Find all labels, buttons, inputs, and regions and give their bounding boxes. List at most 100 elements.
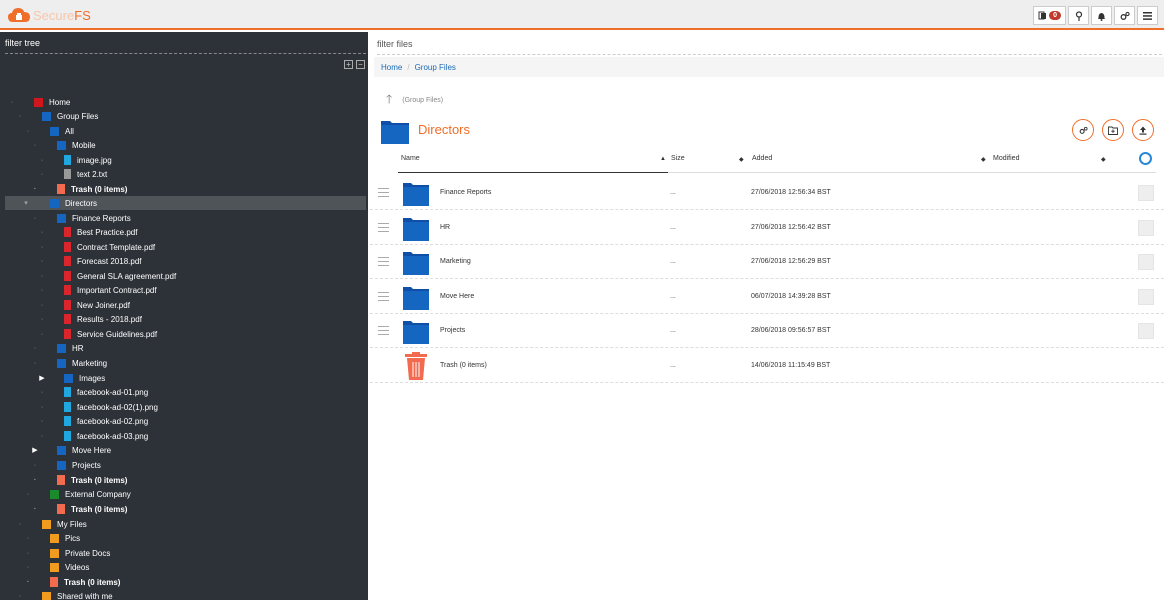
- tree-item[interactable]: · Pics: [27, 531, 80, 545]
- tree-item[interactable]: ▶ Images: [39, 371, 105, 385]
- logo[interactable]: SecureFS: [8, 7, 91, 23]
- tree-item[interactable]: · Shared with me: [19, 589, 113, 600]
- collapse-arrow-icon[interactable]: ·: [38, 316, 46, 323]
- tree-item[interactable]: · Contract Template.pdf: [41, 240, 155, 254]
- collapse-arrow-icon[interactable]: ·: [16, 521, 24, 528]
- file-row[interactable]: HR... 27/06/2018 12:56:42 BST: [370, 211, 1164, 245]
- tree-item[interactable]: · External Company: [27, 487, 131, 501]
- collapse-arrow-icon[interactable]: ·: [24, 550, 32, 557]
- notifications-button[interactable]: [1091, 6, 1112, 25]
- tree-item[interactable]: · New Joiner.pdf: [41, 298, 130, 312]
- column-size[interactable]: Size: [671, 155, 685, 162]
- collapse-arrow-icon[interactable]: ·: [38, 418, 46, 425]
- collapse-arrow-icon[interactable]: ·: [31, 477, 39, 484]
- collapse-arrow-icon[interactable]: ▾: [22, 199, 30, 207]
- expand-arrow-icon[interactable]: ▶: [38, 374, 46, 382]
- breadcrumb-home[interactable]: Home: [381, 63, 402, 72]
- collapse-arrow-icon[interactable]: ·: [38, 157, 46, 164]
- filter-tree-input[interactable]: filter tree: [5, 38, 366, 54]
- collapse-arrow-icon[interactable]: ·: [38, 287, 46, 294]
- drag-handle-icon[interactable]: [378, 326, 389, 336]
- expand-all-icon[interactable]: +: [344, 60, 353, 69]
- select-all-toggle[interactable]: [1139, 152, 1152, 165]
- breadcrumb-group-files[interactable]: Group Files: [415, 63, 456, 72]
- tree-item[interactable]: · Private Docs: [27, 546, 110, 560]
- collapse-arrow-icon[interactable]: ·: [38, 433, 46, 440]
- collapse-arrow-icon[interactable]: ·: [31, 142, 39, 149]
- tree-item[interactable]: · Group Files: [19, 109, 98, 123]
- file-row[interactable]: Move Here... 06/07/2018 14:39:28 BST: [370, 280, 1164, 314]
- filter-files-input[interactable]: filter files: [377, 39, 1162, 55]
- file-name[interactable]: HR: [440, 224, 450, 231]
- row-checkbox[interactable]: [1138, 254, 1154, 271]
- tree-item[interactable]: · Mobile: [34, 138, 96, 152]
- file-row[interactable]: Marketing... 27/06/2018 12:56:29 BST: [370, 245, 1164, 280]
- file-name[interactable]: Move Here: [440, 293, 474, 300]
- collapse-arrow-icon[interactable]: ·: [38, 244, 46, 251]
- tree-item[interactable]: · image.jpg: [41, 153, 112, 167]
- tree-item[interactable]: · Best Practice.pdf: [41, 225, 137, 239]
- menu-button[interactable]: [1137, 6, 1158, 25]
- collapse-arrow-icon[interactable]: ·: [8, 99, 16, 106]
- collapse-arrow-icon[interactable]: ·: [24, 535, 32, 542]
- column-modified[interactable]: Modified: [993, 155, 1019, 162]
- sort-icon[interactable]: ◆: [739, 156, 744, 163]
- collapse-arrow-icon[interactable]: ·: [16, 113, 24, 120]
- file-name[interactable]: Trash (0 items): [440, 362, 487, 369]
- collapse-arrow-icon[interactable]: ·: [31, 345, 39, 352]
- row-checkbox[interactable]: [1138, 185, 1154, 201]
- clipboard-button[interactable]: 0: [1033, 6, 1066, 25]
- tree-item[interactable]: ▶ Move Here: [32, 443, 111, 457]
- collapse-arrow-icon[interactable]: ·: [38, 389, 46, 396]
- collapse-arrow-icon[interactable]: ·: [24, 491, 32, 498]
- sort-icon[interactable]: ◆: [981, 156, 986, 163]
- row-checkbox[interactable]: [1138, 323, 1154, 340]
- tree-item[interactable]: · facebook-ad-02.png: [41, 414, 148, 428]
- collapse-arrow-icon[interactable]: ·: [31, 360, 39, 367]
- drag-handle-icon[interactable]: [378, 291, 389, 301]
- collapse-arrow-icon[interactable]: ·: [24, 128, 32, 135]
- collapse-arrow-icon[interactable]: ·: [31, 215, 39, 222]
- collapse-arrow-icon[interactable]: ·: [38, 171, 46, 178]
- file-row[interactable]: Finance Reports... 27/06/2018 12:56:34 BS…: [370, 176, 1164, 210]
- tree-item[interactable]: · Finance Reports: [34, 211, 131, 225]
- new-folder-button[interactable]: [1102, 119, 1124, 141]
- tree-item[interactable]: · Marketing: [34, 356, 107, 370]
- tree-item[interactable]: · text 2.txt: [41, 167, 107, 181]
- tree-item[interactable]: · Trash (0 items): [34, 502, 127, 516]
- drag-handle-icon[interactable]: [378, 257, 389, 267]
- tree-item[interactable]: ▾ Directors: [5, 196, 366, 210]
- file-name[interactable]: Finance Reports: [440, 189, 491, 196]
- share-button[interactable]: [1072, 119, 1094, 141]
- collapse-arrow-icon[interactable]: ·: [38, 229, 46, 236]
- tree-item[interactable]: · facebook-ad-03.png: [41, 429, 148, 443]
- tree-item[interactable]: · facebook-ad-01.png: [41, 385, 148, 399]
- tree-item[interactable]: · Service Guidelines.pdf: [41, 327, 157, 341]
- parent-folder-link[interactable]: 🡑 (Group Files): [386, 90, 443, 111]
- tree-item[interactable]: · General SLA agreement.pdf: [41, 269, 176, 283]
- collapse-arrow-icon[interactable]: ·: [24, 564, 32, 571]
- tree-item[interactable]: · My Files: [19, 517, 87, 531]
- column-added[interactable]: Added: [752, 155, 772, 162]
- collapse-arrow-icon[interactable]: ·: [38, 273, 46, 280]
- drag-handle-icon[interactable]: [378, 188, 389, 197]
- file-name[interactable]: Projects: [440, 327, 465, 334]
- file-row[interactable]: Projects... 28/06/2018 09:56:57 BST: [370, 314, 1164, 349]
- tree-item[interactable]: · Forecast 2018.pdf: [41, 254, 141, 268]
- collapse-all-icon[interactable]: −: [356, 60, 365, 69]
- tree-item[interactable]: · Results - 2018.pdf: [41, 312, 142, 326]
- collapse-arrow-icon[interactable]: ·: [38, 302, 46, 309]
- location-button[interactable]: [1068, 6, 1089, 25]
- tree-item[interactable]: · Important Contract.pdf: [41, 283, 157, 297]
- drag-handle-icon[interactable]: [378, 222, 389, 232]
- row-checkbox[interactable]: [1138, 219, 1154, 236]
- sort-asc-icon[interactable]: ▲: [660, 156, 666, 162]
- tree-item[interactable]: · Videos: [27, 560, 89, 574]
- tree-item[interactable]: · Trash (0 items): [34, 182, 127, 196]
- expand-arrow-icon[interactable]: ▶: [31, 446, 39, 454]
- sort-icon[interactable]: ◆: [1101, 156, 1106, 163]
- collapse-arrow-icon[interactable]: ·: [16, 593, 24, 600]
- collapse-arrow-icon[interactable]: ·: [31, 506, 39, 513]
- collapse-arrow-icon[interactable]: ·: [31, 462, 39, 469]
- column-name[interactable]: Name: [401, 155, 420, 162]
